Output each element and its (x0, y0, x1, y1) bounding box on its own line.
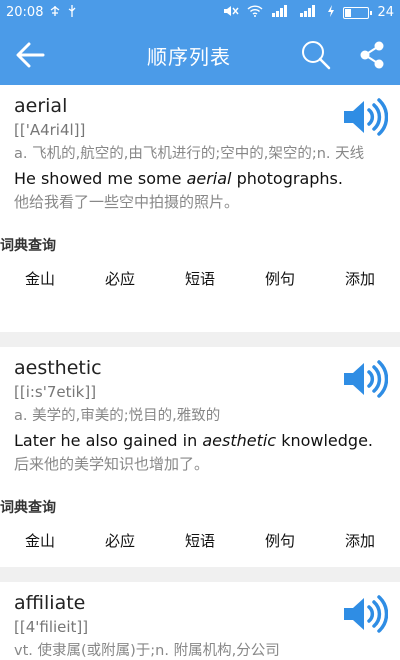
dict-button-example[interactable]: 例句 (240, 530, 320, 551)
back-arrow-icon (16, 42, 45, 68)
charging-icon (327, 4, 335, 21)
battery-icon (343, 6, 373, 19)
example-translation: 后来他的美学知识也增加了。 (14, 455, 210, 473)
example-sentence: He showed me some aerial photographs. (14, 169, 343, 188)
word-phonetic: [[i:s'7etik]] (14, 383, 97, 401)
page-title: 顺序列表 (147, 44, 231, 69)
dict-toolbar: 金山 必应 短语 例句 添加 (0, 255, 400, 301)
word-title: aerial (14, 95, 68, 117)
dict-button-bing[interactable]: 必应 (80, 530, 160, 551)
dict-label: 词典查询 (0, 500, 56, 516)
battery-level: 24 (377, 5, 394, 20)
wifi-icon (247, 4, 263, 21)
dict-label: 词典查询 (0, 238, 56, 254)
example-highlight: aesthetic (202, 431, 277, 450)
speaker-icon (344, 98, 389, 136)
search-icon (302, 41, 331, 70)
word-card: affiliate [[4'filieit]] vt. 使隶属(或附属)于;n.… (0, 582, 400, 660)
word-meaning: a. 飞机的,航空的,由飞机进行的;空中的,架空的;n. 天线 (14, 146, 365, 162)
pronounce-button[interactable] (342, 359, 389, 399)
word-phonetic: [[4'filieit]] (14, 618, 89, 636)
signal-icon (299, 4, 319, 21)
word-title: affiliate (14, 592, 86, 614)
status-bar: 20:08 24 (0, 0, 400, 25)
word-card: aesthetic [[i:s'7etik]] a. 美学的,审美的;悦目的,雅… (0, 347, 400, 567)
example-highlight: aerial (186, 169, 232, 188)
word-title: aesthetic (14, 357, 102, 379)
word-meaning: a. 美学的,审美的;悦目的,雅致的 (14, 408, 221, 424)
dict-button-jinshan[interactable]: 金山 (0, 530, 80, 551)
word-meaning: vt. 使隶属(或附属)于;n. 附属机构,分公司 (14, 643, 280, 659)
usb-tree-icon (49, 5, 61, 20)
usb-icon (67, 5, 77, 20)
top-app-bar: 顺序列表 (0, 25, 400, 85)
dict-button-example[interactable]: 例句 (240, 268, 320, 289)
share-button[interactable] (344, 25, 400, 85)
dict-button-add[interactable]: 添加 (320, 268, 400, 289)
word-card: aerial [['A4ri4l]] a. 飞机的,航空的,由飞机进行的;空中的… (0, 85, 400, 332)
speaker-icon (344, 360, 389, 398)
speaker-icon (344, 595, 389, 633)
word-phonetic: [['A4ri4l]] (14, 121, 86, 139)
dict-button-jinshan[interactable]: 金山 (0, 268, 80, 289)
mute-icon (223, 5, 239, 21)
word-list: aerial [['A4ri4l]] a. 飞机的,航空的,由飞机进行的;空中的… (0, 85, 400, 660)
back-button[interactable] (0, 25, 60, 85)
dict-button-bing[interactable]: 必应 (80, 268, 160, 289)
share-icon (360, 41, 384, 69)
dict-button-phrase[interactable]: 短语 (160, 530, 240, 551)
signal-icon (271, 4, 291, 21)
example-translation: 他给我看了一些空中拍摄的照片。 (14, 193, 240, 211)
pronounce-button[interactable] (342, 594, 389, 634)
search-button[interactable] (288, 25, 344, 85)
dict-button-add[interactable]: 添加 (320, 530, 400, 551)
example-sentence: Later he also gained in aesthetic knowle… (14, 431, 374, 450)
dict-toolbar: 金山 必应 短语 例句 添加 (0, 517, 400, 563)
status-time: 20:08 (6, 5, 44, 20)
dict-button-phrase[interactable]: 短语 (160, 268, 240, 289)
pronounce-button[interactable] (342, 97, 389, 137)
